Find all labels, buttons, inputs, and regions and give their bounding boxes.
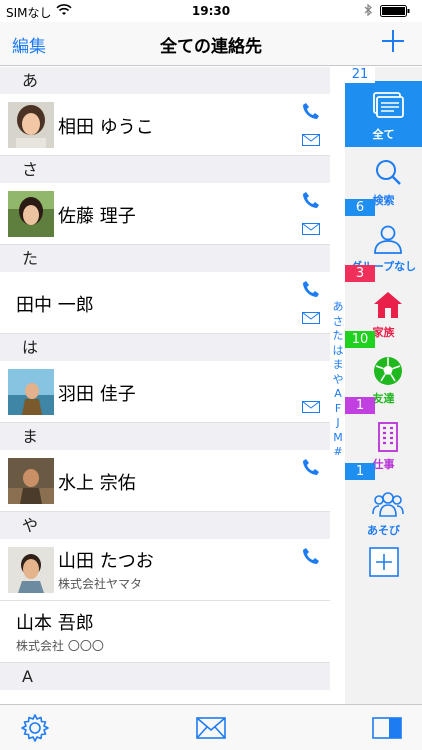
group-sidebar: 全て 検索 グループなし 家族 友達 仕事 あそび xyxy=(345,67,422,704)
section-header: や xyxy=(0,512,330,539)
count-badge: 10 xyxy=(345,331,375,348)
section-header: あ xyxy=(0,67,330,94)
count-badge: 21 xyxy=(345,66,375,83)
index-letter[interactable]: F xyxy=(331,402,345,417)
contact-row[interactable]: 山本 吾郎 株式会社 〇〇〇 xyxy=(0,601,330,663)
group-label: 全て xyxy=(372,128,395,141)
contact-name: 水上 宗佑 xyxy=(58,473,136,494)
gear-icon[interactable] xyxy=(20,713,50,743)
contact-name: 相田 ゆうこ xyxy=(58,117,154,138)
section-header: さ xyxy=(0,156,330,183)
contact-photo xyxy=(8,458,54,504)
count-badge: 3 xyxy=(345,265,375,282)
battery-icon xyxy=(380,5,410,17)
index-letter[interactable]: あ xyxy=(331,300,345,315)
contact-row[interactable]: 佐藤 理子 xyxy=(0,183,330,245)
add-group-icon[interactable] xyxy=(369,547,399,577)
index-letter[interactable]: # xyxy=(331,445,345,460)
section-header: ま xyxy=(0,423,330,450)
group-label: あそび xyxy=(367,524,400,537)
person-icon xyxy=(374,225,402,254)
phone-icon[interactable] xyxy=(302,458,320,476)
contact-row[interactable]: 水上 宗佑 xyxy=(0,450,330,512)
mail-icon[interactable] xyxy=(302,134,320,146)
people-icon xyxy=(372,492,404,517)
index-letter[interactable]: や xyxy=(331,373,345,388)
phone-icon[interactable] xyxy=(302,547,320,565)
index-letter[interactable]: ま xyxy=(331,358,345,373)
bottom-toolbar xyxy=(0,704,422,750)
contact-photo xyxy=(8,369,54,415)
sidebar-toggle-icon[interactable] xyxy=(372,717,402,739)
section-index[interactable]: あ さ た は ま や A F J M # xyxy=(331,300,345,460)
contact-name: 羽田 佳子 xyxy=(58,384,136,405)
index-letter[interactable]: た xyxy=(331,329,345,344)
contact-name: 山田 たつお xyxy=(58,551,154,572)
page-title: 全ての連絡先 xyxy=(160,37,262,57)
search-icon xyxy=(376,160,401,185)
index-letter[interactable]: は xyxy=(331,344,345,359)
phone-icon[interactable] xyxy=(302,102,320,120)
contact-photo xyxy=(8,547,54,593)
phone-icon[interactable] xyxy=(302,191,320,209)
count-badge: 6 xyxy=(345,199,375,216)
section-header: は xyxy=(0,334,330,361)
contact-row[interactable]: 田中 一郎 xyxy=(0,272,330,334)
group-play[interactable]: あそび xyxy=(345,477,422,543)
status-time: 19:30 xyxy=(191,4,231,18)
group-all[interactable]: 全て xyxy=(345,81,422,147)
section-header: A xyxy=(0,663,330,690)
contact-list: あ 相田 ゆうこ さ 佐藤 理子 た 田中 一郎 は 羽田 佳子 ま 水上 宗佑… xyxy=(0,67,330,704)
index-letter[interactable]: J xyxy=(331,416,345,431)
index-letter[interactable]: M xyxy=(331,431,345,446)
index-letter[interactable]: A xyxy=(331,387,345,402)
contact-name: 佐藤 理子 xyxy=(58,206,136,227)
home-icon xyxy=(374,292,402,318)
mail-icon[interactable] xyxy=(196,717,226,739)
contact-photo xyxy=(8,102,54,148)
add-contact-icon[interactable] xyxy=(380,28,406,54)
status-bar: SIMなし 19:30 xyxy=(0,0,422,22)
index-letter[interactable]: さ xyxy=(331,315,345,330)
section-header: た xyxy=(0,245,330,272)
count-badge: 1 xyxy=(345,397,375,414)
contact-company: 株式会社ヤマタ xyxy=(58,577,143,591)
mail-icon[interactable] xyxy=(302,223,320,235)
navigation-bar: 編集 全ての連絡先 xyxy=(0,22,422,66)
bluetooth-icon xyxy=(364,3,372,17)
mail-icon[interactable] xyxy=(302,312,320,324)
contact-row[interactable]: 山田 たつお 株式会社ヤマタ xyxy=(0,539,330,601)
count-badge: 1 xyxy=(345,463,375,480)
contact-photo xyxy=(8,191,54,237)
contact-row[interactable]: 相田 ゆうこ xyxy=(0,94,330,156)
contact-name: 山本 吾郎 xyxy=(16,613,94,634)
contact-row[interactable]: 羽田 佳子 xyxy=(0,361,330,423)
building-icon xyxy=(378,422,398,452)
phone-icon[interactable] xyxy=(302,280,320,298)
contact-company: 株式会社 〇〇〇 xyxy=(16,639,104,653)
mail-icon[interactable] xyxy=(302,401,320,413)
soccer-ball-icon xyxy=(374,357,402,385)
contact-name: 田中 一郎 xyxy=(16,295,94,316)
all-cards-icon xyxy=(373,92,404,118)
